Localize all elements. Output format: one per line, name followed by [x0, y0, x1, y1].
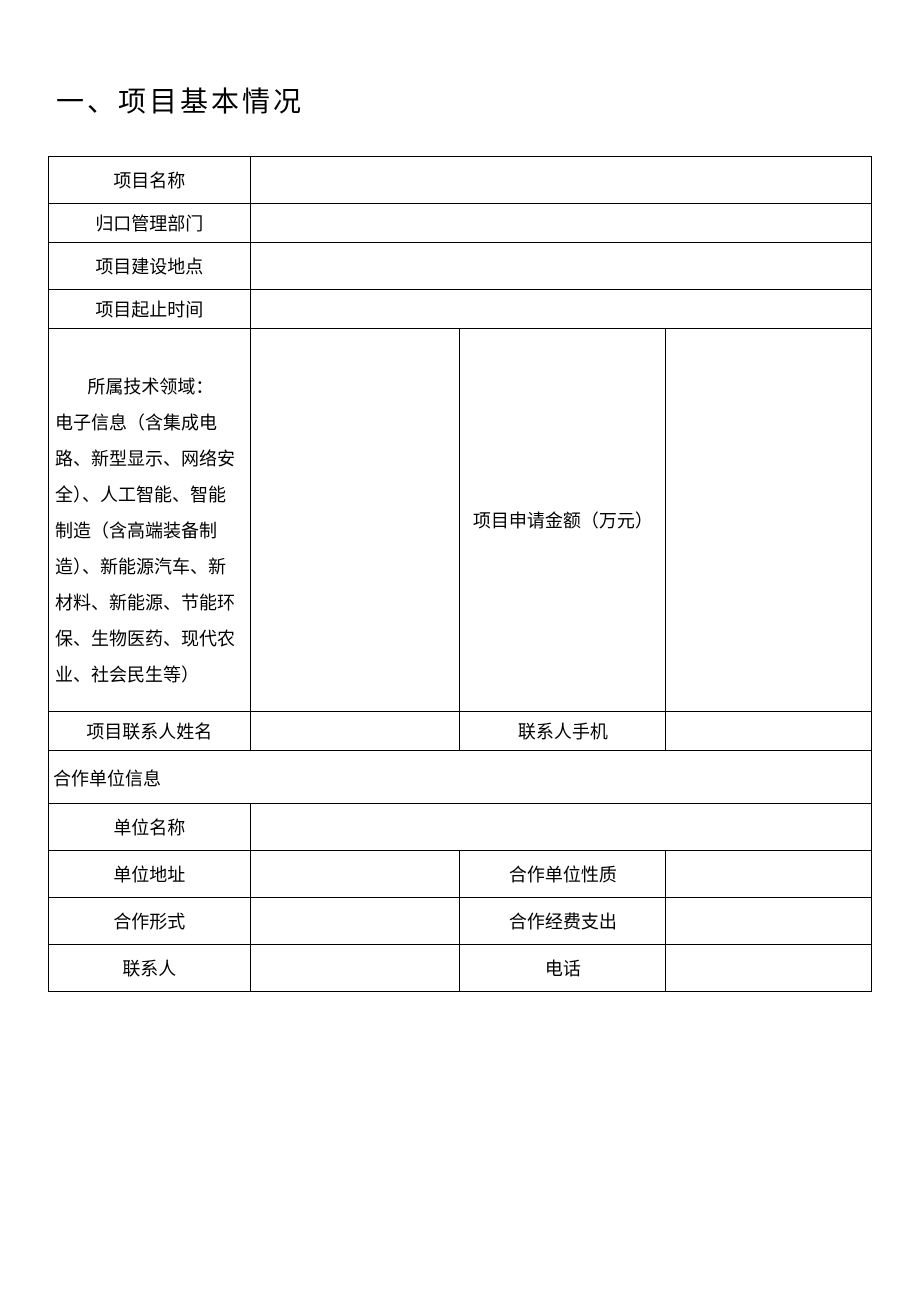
row-start-end: 项目起止时间	[49, 290, 872, 329]
row-management-dept: 归口管理部门	[49, 204, 872, 243]
project-name-value[interactable]	[250, 157, 871, 204]
partner-phone-value[interactable]	[666, 945, 872, 992]
contact-name-value[interactable]	[250, 712, 460, 751]
apply-amount-value[interactable]	[666, 329, 872, 712]
tech-field-label: 所属技术领域： 电子信息（含集成电路、新型显示、网络安全）、人工智能、智能制造（…	[49, 329, 251, 712]
row-partner-unit-addr: 单位地址 合作单位性质	[49, 851, 872, 898]
tech-field-value[interactable]	[250, 329, 460, 712]
coop-form-label: 合作形式	[49, 898, 251, 945]
row-project-name: 项目名称	[49, 157, 872, 204]
coop-form-value[interactable]	[250, 898, 460, 945]
partner-unit-nature-value[interactable]	[666, 851, 872, 898]
row-build-location: 项目建设地点	[49, 243, 872, 290]
project-info-table: 项目名称 归口管理部门 项目建设地点 项目起止时间 所属技术领域： 电子信息（含…	[48, 156, 872, 992]
start-end-value[interactable]	[250, 290, 871, 329]
section-heading: 一、项目基本情况	[56, 80, 872, 120]
row-tech-field: 所属技术领域： 电子信息（含集成电路、新型显示、网络安全）、人工智能、智能制造（…	[49, 329, 872, 712]
row-contact: 项目联系人姓名 联系人手机	[49, 712, 872, 751]
partner-contact-label: 联系人	[49, 945, 251, 992]
row-partner-unit-name: 单位名称	[49, 804, 872, 851]
partner-unit-addr-value[interactable]	[250, 851, 460, 898]
partner-unit-addr-label: 单位地址	[49, 851, 251, 898]
coop-expense-label: 合作经费支出	[460, 898, 666, 945]
coop-expense-value[interactable]	[666, 898, 872, 945]
partner-contact-value[interactable]	[250, 945, 460, 992]
partner-section-label: 合作单位信息	[49, 751, 872, 804]
partner-unit-name-label: 单位名称	[49, 804, 251, 851]
tech-field-rest: 电子信息（含集成电路、新型显示、网络安全）、人工智能、智能制造（含高端装备制造）…	[55, 413, 235, 685]
partner-unit-name-value[interactable]	[250, 804, 871, 851]
partner-unit-nature-label: 合作单位性质	[460, 851, 666, 898]
row-coop-form: 合作形式 合作经费支出	[49, 898, 872, 945]
build-location-label: 项目建设地点	[49, 243, 251, 290]
tech-field-first-line: 所属技术领域：	[55, 369, 244, 405]
apply-amount-label: 项目申请金额（万元）	[460, 329, 666, 712]
contact-phone-label: 联系人手机	[460, 712, 666, 751]
row-partner-contact: 联系人 电话	[49, 945, 872, 992]
contact-phone-value[interactable]	[666, 712, 872, 751]
contact-name-label: 项目联系人姓名	[49, 712, 251, 751]
build-location-value[interactable]	[250, 243, 871, 290]
management-dept-value[interactable]	[250, 204, 871, 243]
partner-phone-label: 电话	[460, 945, 666, 992]
project-name-label: 项目名称	[49, 157, 251, 204]
row-partner-section: 合作单位信息	[49, 751, 872, 804]
management-dept-label: 归口管理部门	[49, 204, 251, 243]
start-end-label: 项目起止时间	[49, 290, 251, 329]
